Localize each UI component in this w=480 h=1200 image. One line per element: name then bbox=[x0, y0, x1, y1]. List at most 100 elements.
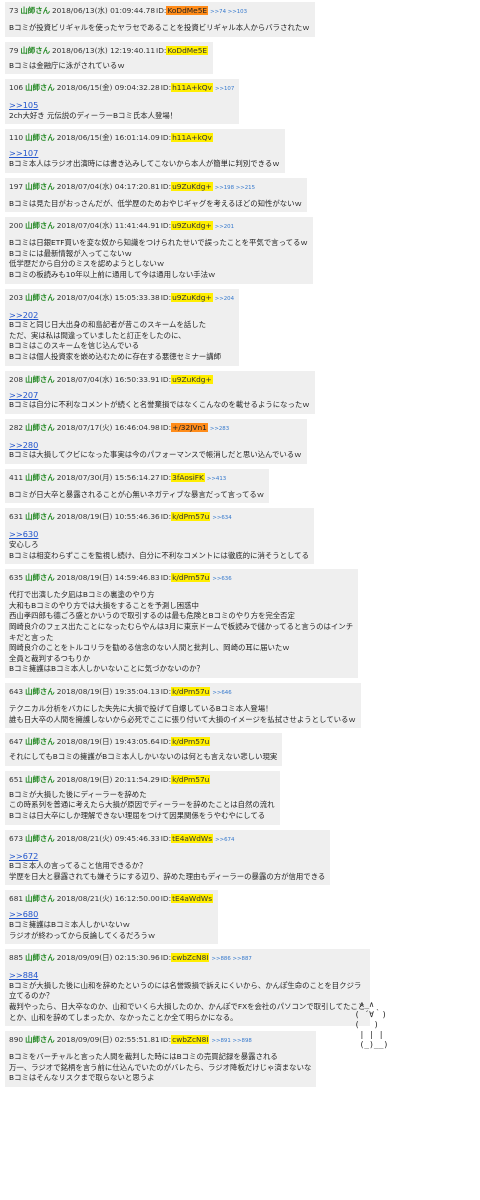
post: 79 山師さん 2018/06/13(水) 12:19:40.11ID:KoDdMe… bbox=[5, 41, 214, 75]
post-text-line: 全員と裁判するつもりか bbox=[9, 653, 91, 663]
reply-anchor-link[interactable]: >>107 bbox=[9, 148, 280, 159]
post-text-line: Bコミの板読みも10年以上前に通用して今は通用しない手法ｗ bbox=[9, 269, 216, 279]
post-number[interactable]: 890 bbox=[9, 1035, 23, 1044]
post-number[interactable]: 647 bbox=[9, 737, 23, 746]
post: 651 山師さん 2018/08/19(日) 20:11:54.29ID:k/dPm… bbox=[5, 770, 280, 825]
reply-anchor-link[interactable]: >>672 bbox=[9, 851, 325, 862]
post-text-line: 誰も日大卒の人間を擁護しないから必死でここに張り付いて大損のイメージを払拭させよ… bbox=[9, 714, 356, 724]
poster-name: 山師さん bbox=[25, 422, 55, 432]
reply-links[interactable]: >>413 bbox=[207, 476, 226, 482]
post-body: Bコミは金融庁に泳がされているｗ bbox=[9, 61, 208, 72]
reply-links[interactable]: >>198 >>215 bbox=[215, 185, 255, 191]
poster-id[interactable]: u9ZuKdg+ bbox=[171, 221, 213, 231]
reply-links[interactable]: >>74 >>103 bbox=[210, 9, 247, 15]
reply-anchor-link[interactable]: >>207 bbox=[9, 390, 310, 401]
poster-id[interactable]: tE4aWdWs bbox=[171, 894, 214, 904]
reply-links[interactable]: >>646 bbox=[212, 690, 231, 696]
poster-id[interactable]: u9ZuKdg+ bbox=[171, 181, 213, 191]
poster-id[interactable]: k/dPm57u bbox=[171, 512, 211, 522]
poster-id[interactable]: +/32JVn1 bbox=[171, 422, 208, 432]
reply-anchor-link[interactable]: >>630 bbox=[9, 529, 309, 540]
reply-anchor-link[interactable]: >>680 bbox=[9, 909, 213, 920]
post-number[interactable]: 203 bbox=[9, 293, 23, 302]
reply-anchor-link[interactable]: >>105 bbox=[9, 100, 234, 111]
post-date: 2018/08/19(日) 19:35:04.13 bbox=[56, 687, 160, 696]
post-header: 885 山師さん 2018/09/09(日) 02:15:30.96ID:cwbZc… bbox=[9, 952, 365, 965]
post-text-line: ラジオが終わってから反論してくるだろうｗ bbox=[9, 930, 156, 940]
post-number[interactable]: 411 bbox=[9, 473, 23, 482]
reply-links[interactable]: >>204 bbox=[215, 296, 234, 302]
post-date: 2018/08/19(日) 14:59:46.83 bbox=[56, 573, 160, 583]
id-prefix: ID: bbox=[160, 133, 172, 143]
reply-anchor-link[interactable]: >>884 bbox=[9, 970, 365, 981]
reply-links[interactable]: >>634 bbox=[212, 515, 231, 521]
poster-id[interactable]: KoDdMe5E bbox=[166, 6, 209, 15]
post-body: >>202 Bコミと同じ日大出身の和島記者が昔このスキームを話した ただ、実は私は間… bbox=[9, 310, 234, 363]
reply-links[interactable]: >>636 bbox=[212, 576, 231, 582]
reply-links[interactable]: >>891 >>898 bbox=[211, 1038, 251, 1044]
ascii-art: ∧_∧ ( ´∀｀) ( ) | | | (_)__) bbox=[354, 1000, 389, 1049]
poster-name: 山師さん bbox=[25, 833, 55, 843]
poster-name: 山師さん bbox=[25, 512, 55, 522]
poster-id[interactable]: k/dPm57u bbox=[171, 737, 211, 747]
post-number[interactable]: 197 bbox=[9, 182, 23, 191]
poster-id[interactable]: KoDdMe5E bbox=[166, 45, 209, 55]
post-number[interactable]: 635 bbox=[9, 573, 23, 582]
reply-anchor-link[interactable]: >>280 bbox=[9, 440, 302, 451]
post-number[interactable]: 643 bbox=[9, 687, 23, 696]
poster-id[interactable]: u9ZuKdg+ bbox=[171, 292, 213, 302]
poster-id[interactable]: 3fAosiFK bbox=[171, 472, 205, 482]
poster-id[interactable]: tE4aWdWs bbox=[171, 833, 214, 843]
poster-id[interactable]: h11A+kQv bbox=[171, 133, 213, 143]
post-header: 411 山師さん 2018/07/30(月) 15:56:14.27ID:3fAos… bbox=[9, 472, 264, 485]
poster-name: 山師さん bbox=[25, 292, 55, 302]
poster-id[interactable]: h11A+kQv bbox=[171, 83, 213, 93]
post-number[interactable]: 79 bbox=[9, 46, 18, 55]
post-header: 79 山師さん 2018/06/13(水) 12:19:40.11ID:KoDdMe… bbox=[9, 45, 209, 56]
id-prefix: ID: bbox=[160, 512, 172, 522]
poster-name: 山師さん bbox=[25, 221, 55, 231]
post-body: Bコミが日大卒と暴露されることが心無いネガティブな暴言だって言ってるｗ bbox=[9, 490, 264, 501]
post-text-line: 立てるのか？ bbox=[9, 991, 54, 1001]
post-body: >>105 2ch大好き 元伝説のディーラーBコミ氏本人登場！ bbox=[9, 100, 234, 121]
post-number[interactable]: 73 bbox=[9, 6, 18, 15]
reply-links[interactable]: >>283 bbox=[210, 426, 229, 432]
post-number[interactable]: 673 bbox=[9, 834, 23, 843]
reply-anchor-link[interactable]: >>202 bbox=[9, 310, 234, 321]
post-number[interactable]: 208 bbox=[9, 375, 23, 384]
post-header: 890 山師さん 2018/09/09(日) 02:55:51.81ID:cwbZc… bbox=[9, 1034, 311, 1047]
post-number[interactable]: 200 bbox=[9, 221, 23, 230]
post-text-line: Bコミには最新情報が入ってこないｗ bbox=[9, 248, 132, 258]
poster-id[interactable]: u9ZuKdg+ bbox=[171, 374, 213, 384]
post-number[interactable]: 282 bbox=[9, 423, 23, 432]
post-number[interactable]: 885 bbox=[9, 953, 23, 962]
id-prefix: ID: bbox=[160, 374, 172, 384]
reply-links[interactable]: >>201 bbox=[215, 224, 234, 230]
post: 681 山師さん 2018/08/21(火) 16:12:50.00ID:tE4aW… bbox=[5, 890, 219, 945]
reply-links[interactable]: >>107 bbox=[215, 86, 234, 92]
post-date: 2018/07/04(水) 15:05:33.38 bbox=[56, 292, 160, 302]
post-text-line: 2ch大好き 元伝説のディーラーBコミ氏本人登場！ bbox=[9, 110, 178, 120]
poster-id[interactable]: k/dPm57u bbox=[171, 573, 211, 583]
post-text-line: 万一、ラジオで銘柄を言う前に仕込んでいたのがバレたら、ラジオ降板だけじゃ済まない… bbox=[9, 1062, 312, 1072]
post-number[interactable]: 631 bbox=[9, 512, 23, 521]
reply-links[interactable]: >>886 >>887 bbox=[211, 956, 251, 962]
post-date: 2018/06/15(金) 16:01:14.09 bbox=[56, 133, 160, 143]
poster-id[interactable]: k/dPm57u bbox=[171, 774, 211, 784]
post-text-line: Bコミはこのスキームを信じ込んでいる bbox=[9, 341, 140, 351]
reply-links[interactable]: >>674 bbox=[215, 837, 234, 843]
post-number[interactable]: 106 bbox=[9, 83, 23, 92]
poster-id[interactable]: k/dPm57u bbox=[171, 687, 211, 696]
poster-id[interactable]: cwbZcN8I bbox=[171, 953, 210, 963]
post-number[interactable]: 651 bbox=[9, 775, 23, 784]
post-number[interactable]: 681 bbox=[9, 894, 23, 903]
post: 890 山師さん 2018/09/09(日) 02:55:51.81ID:cwbZc… bbox=[5, 1031, 317, 1087]
post-text-line: Bコミは金融庁に泳がされているｗ bbox=[9, 60, 125, 70]
post-body: Bコミは日銀ETF買いを変な奴から知識をつけられたせいで誤ったことを平気で言って… bbox=[9, 238, 308, 280]
post-number[interactable]: 110 bbox=[9, 133, 23, 142]
poster-name: 山師さん bbox=[25, 737, 55, 747]
post-text-line: テクニカル分析をバカにした失先に大損で投げて自爆しているBコミ本人登場！ bbox=[9, 704, 273, 713]
poster-id[interactable]: cwbZcN8I bbox=[171, 1035, 210, 1045]
poster-name: 山師さん bbox=[20, 6, 50, 15]
post-header: 106 山師さん 2018/06/15(金) 09:04:32.28ID:h11A+… bbox=[9, 82, 234, 95]
